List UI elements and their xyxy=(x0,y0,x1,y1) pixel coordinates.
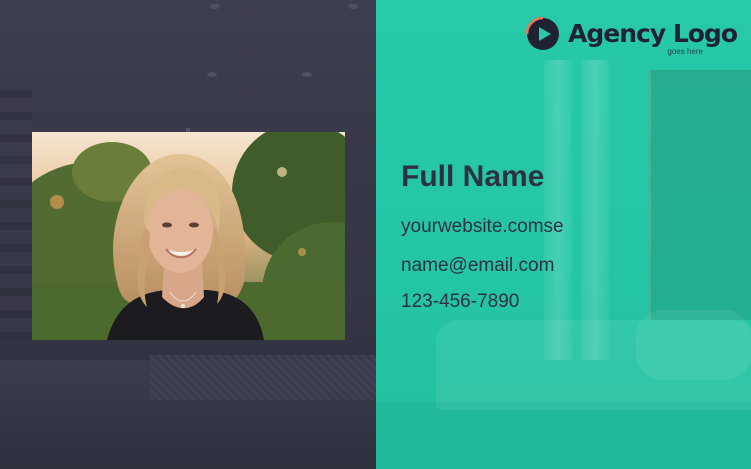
curtain xyxy=(544,60,572,360)
ceiling-light xyxy=(210,4,220,9)
rug xyxy=(150,355,376,400)
email-text: name@email.com xyxy=(401,255,555,276)
curtain xyxy=(581,60,609,360)
portrait-image xyxy=(32,132,345,340)
business-card: Agency Logo goes here Full Name yourwebs… xyxy=(0,0,751,469)
agent-photo xyxy=(32,132,345,340)
play-icon xyxy=(526,17,559,50)
room-floor xyxy=(376,402,751,469)
full-name: Full Name xyxy=(401,160,545,193)
ceiling-light xyxy=(207,72,217,77)
ceiling-light xyxy=(302,72,312,77)
room-ceiling xyxy=(0,0,376,120)
phone-text: 123-456-7890 xyxy=(401,291,520,312)
staircase xyxy=(0,90,32,340)
ceiling-light xyxy=(348,4,358,9)
window xyxy=(648,70,751,320)
agency-logo: Agency Logo goes here xyxy=(526,14,738,57)
armchair xyxy=(636,310,751,380)
logo-text: Agency Logo goes here xyxy=(568,19,738,57)
logo-tagline: goes here xyxy=(667,47,703,56)
logo-title: Agency Logo xyxy=(568,19,738,48)
website-text: yourwebsite.comse xyxy=(401,216,564,237)
